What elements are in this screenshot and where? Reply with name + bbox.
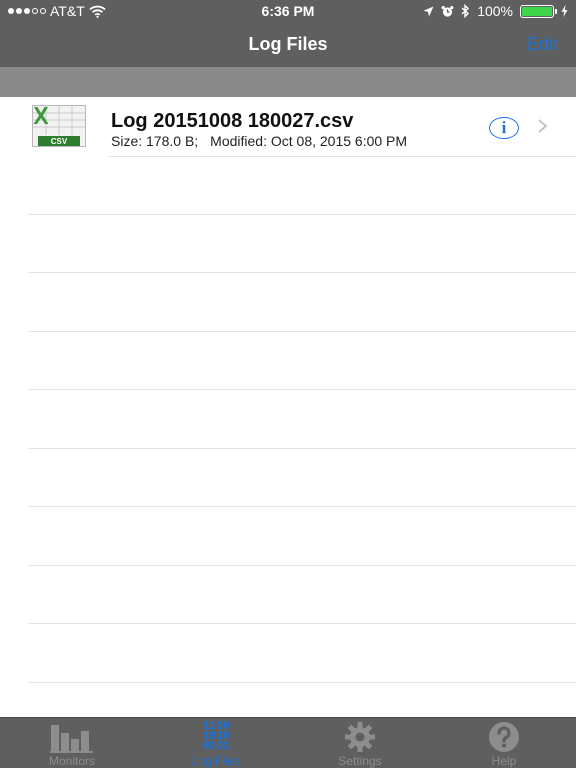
tab-monitors[interactable]: Monitors (12, 718, 132, 768)
binary-icon: 1100 1010 0101 (202, 719, 230, 753)
status-bar: AT&T 6:36 PM 100% (0, 0, 576, 22)
tab-label: Log Files (191, 754, 241, 768)
csv-file-icon: CSV (32, 105, 86, 147)
info-icon: i (501, 118, 507, 137)
page-title: Log Files (248, 34, 328, 54)
chevron-right-icon[interactable] (536, 116, 550, 136)
tab-label: Help (491, 754, 517, 768)
file-meta: Size: 178.0 B; Modified: Oct 08, 2015 6:0… (111, 133, 407, 149)
file-size: Size: 178.0 B; (111, 133, 199, 149)
tab-help[interactable]: Help (444, 718, 564, 768)
tab-label: Monitors (48, 754, 95, 768)
edit-button[interactable]: Edit (527, 34, 558, 55)
charging-bolt-icon (561, 5, 568, 17)
status-right: 100% (423, 3, 568, 19)
navigation-bar: Log Files Edit (0, 22, 576, 67)
file-modified: Modified: Oct 08, 2015 6:00 PM (210, 133, 408, 149)
empty-row (0, 215, 576, 273)
tab-settings[interactable]: Settings (300, 718, 420, 768)
bar-chart-icon (50, 725, 93, 753)
empty-row (0, 449, 576, 507)
empty-row (0, 274, 576, 332)
battery-percent: 100% (477, 3, 513, 19)
list-item[interactable]: CSV Log 20151008 180027.csv Size: 178.0 … (0, 97, 576, 157)
svg-text:CSV: CSV (51, 137, 68, 146)
gear-icon (345, 722, 375, 752)
question-icon (489, 722, 519, 752)
empty-row (0, 157, 576, 215)
alarm-clock-icon (441, 5, 454, 17)
tab-log-files[interactable]: 1100 1010 0101 Log Files (156, 718, 276, 768)
empty-row (0, 625, 576, 683)
empty-row (0, 566, 576, 624)
info-button[interactable]: i (489, 117, 519, 139)
log-files-list: CSV Log 20151008 180027.csv Size: 178.0 … (0, 97, 576, 717)
location-arrow-icon (423, 6, 434, 16)
empty-row (0, 508, 576, 566)
empty-row (0, 332, 576, 390)
header-band (0, 67, 576, 97)
empty-row (0, 391, 576, 449)
tab-label: Settings (338, 754, 382, 768)
bluetooth-icon (461, 4, 470, 18)
battery-icon (520, 4, 557, 18)
file-name: Log 20151008 180027.csv (111, 110, 354, 132)
tab-bar: Monitors 1100 1010 0101 Log Files Settin… (0, 717, 576, 768)
